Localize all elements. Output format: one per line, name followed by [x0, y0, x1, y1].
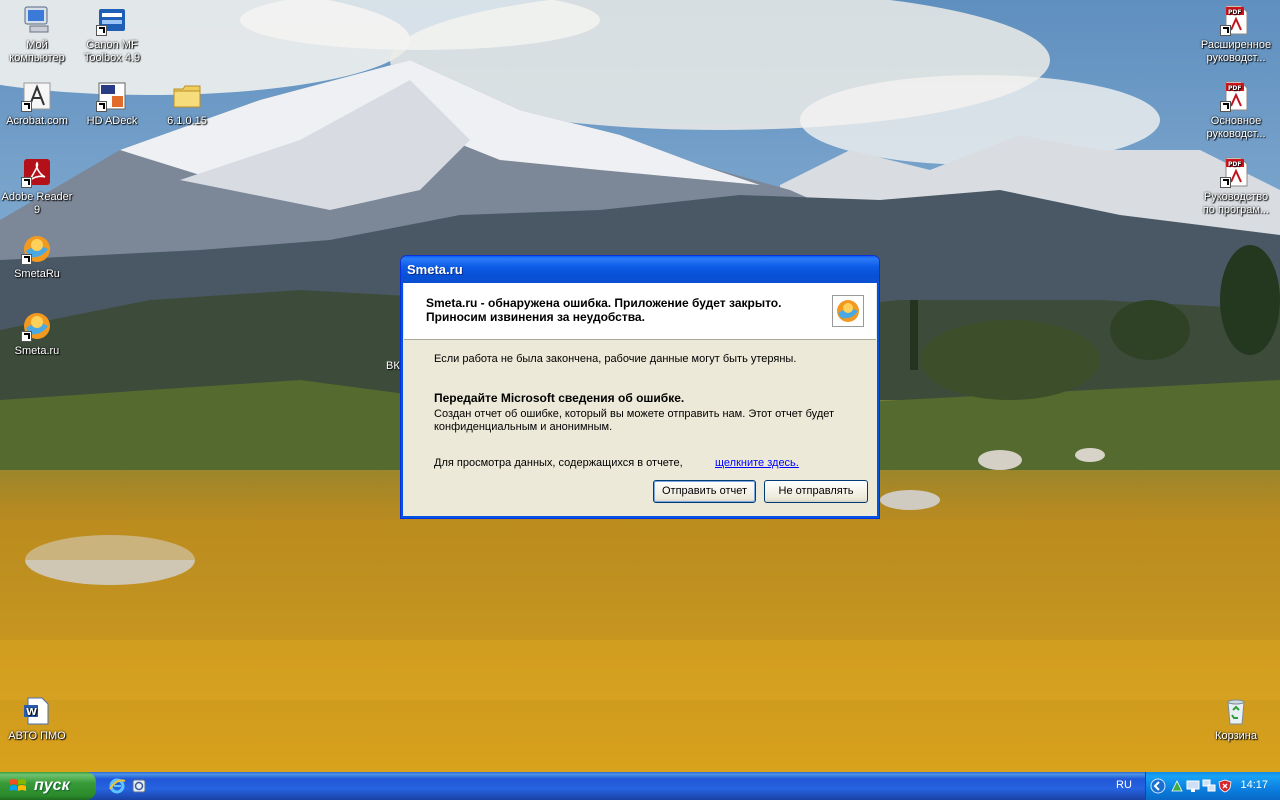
svg-text:PDF: PDF [1228, 161, 1241, 168]
svg-text:W: W [26, 707, 37, 718]
folder-icon [171, 80, 203, 112]
recycle-bin-icon [1220, 695, 1252, 727]
report-description-line1: Создан отчет об ошибке, который вы может… [434, 408, 835, 420]
hd-adeck-icon [96, 80, 128, 112]
system-tray: 14:17 [1145, 772, 1280, 800]
svg-text:PDF: PDF [1228, 85, 1241, 92]
dialog-titlebar[interactable]: Smeta.ru [401, 256, 879, 283]
send-report-button[interactable]: Отправить отчет [653, 480, 756, 503]
svg-text:PDF: PDF [1228, 9, 1241, 16]
error-report-dialog: Smeta.ru Smeta.ru - обнаружена ошибка. П… [400, 255, 880, 519]
security-shield-icon[interactable] [1218, 779, 1232, 793]
icon-label: Smeta.ru [14, 345, 60, 357]
start-label: пуск [34, 777, 70, 794]
icon-label: Расширенное руководст... [1200, 39, 1272, 64]
taskbar: пуск RU 14:17 [0, 772, 1280, 800]
pdf-icon: PDF [1220, 4, 1252, 36]
clock[interactable]: 14:17 [1240, 779, 1268, 791]
smetaru-icon [21, 233, 53, 265]
acrobat-com-icon [21, 80, 53, 112]
start-button[interactable]: пуск [0, 772, 96, 800]
monitor-icon[interactable] [1186, 779, 1200, 793]
dialog-header: Smeta.ru - обнаружена ошибка. Приложение… [404, 283, 876, 340]
app-icon[interactable] [130, 777, 148, 795]
error-message-line1: Smeta.ru - обнаружена ошибка. Приложение… [426, 296, 782, 310]
partial-icon-label: ВК [386, 360, 400, 372]
smeta-app-icon [832, 295, 864, 327]
icon-label: АВТО ПМО [8, 730, 66, 742]
icon-label: SmetaRu [14, 268, 60, 280]
desktop-icon-pdf-extended-guide[interactable]: PDF Расширенное руководст... [1197, 4, 1275, 65]
icon-label: Canon MF Toolbox 4.9 [83, 39, 141, 64]
desktop-icon-acrobat-com[interactable]: Acrobat.com [0, 80, 76, 128]
dialog-title: Smeta.ru [407, 262, 463, 277]
error-message-line2: Приносим извинения за неудобства. [426, 310, 645, 324]
desktop-icon-avto-pmo[interactable]: W АВТО ПМО [0, 695, 76, 743]
icon-label: HD ADeck [86, 115, 138, 127]
desktop-icon-folder[interactable]: 6.1.0.15 [148, 80, 226, 128]
adobe-reader-icon [21, 156, 53, 188]
view-data-link[interactable]: щелкните здесь. [715, 457, 799, 469]
desktop-icon-adobe-reader[interactable]: Adobe Reader 9 [0, 156, 76, 217]
report-description-line2: конфиденциальным и анонимным. [434, 421, 613, 433]
desktop-icon-hd-adeck[interactable]: HD ADeck [73, 80, 151, 128]
dont-send-button[interactable]: Не отправлять [764, 480, 868, 503]
report-heading: Передайте Microsoft сведения об ошибке. [434, 391, 685, 405]
desktop-icon-my-computer[interactable]: Мой компьютер [0, 4, 76, 65]
canon-toolbox-icon [96, 4, 128, 36]
icon-label: Adobe Reader 9 [1, 191, 73, 216]
pdf-icon: PDF [1220, 156, 1252, 188]
word-document-icon: W [21, 695, 53, 727]
desktop-icon-smeta-ru[interactable]: Smeta.ru [0, 310, 76, 358]
desktop-icon-pdf-program-guide[interactable]: PDF Руководство по програм... [1197, 156, 1275, 217]
icon-label: Acrobat.com [6, 115, 68, 127]
my-computer-icon [21, 4, 53, 36]
tray-expand-icon[interactable] [1150, 778, 1166, 794]
icon-label: Корзина [1215, 730, 1257, 742]
error-message: Smeta.ru - обнаружена ошибка. Приложение… [426, 296, 806, 324]
icon-label: Руководство по програм... [1202, 191, 1270, 216]
windows-logo-icon [10, 779, 26, 791]
language-indicator[interactable]: RU [1116, 779, 1132, 791]
icon-label: 6.1.0.15 [167, 115, 207, 127]
data-loss-warning: Если работа не была закончена, рабочие д… [434, 353, 797, 365]
desktop-icon-canon-toolbox[interactable]: Canon MF Toolbox 4.9 [73, 4, 151, 65]
desktop-icon-recycle-bin[interactable]: Корзина [1197, 695, 1275, 743]
smeta-ru-icon [21, 310, 53, 342]
pdf-icon: PDF [1220, 80, 1252, 112]
icon-label: Мой компьютер [9, 39, 65, 64]
dialog-body: Если работа не была закончена, рабочие д… [404, 340, 876, 515]
desktop-icon-smetaru[interactable]: SmetaRu [0, 233, 76, 281]
view-data-text: Для просмотра данных, содержащихся в отч… [434, 457, 683, 469]
internet-explorer-icon[interactable] [108, 777, 126, 795]
icon-label: Основное руководст... [1206, 115, 1266, 140]
desktop-icon-pdf-main-guide[interactable]: PDF Основное руководст... [1197, 80, 1275, 141]
network-connections-icon[interactable] [1202, 779, 1216, 793]
network-icon[interactable] [1170, 779, 1184, 793]
